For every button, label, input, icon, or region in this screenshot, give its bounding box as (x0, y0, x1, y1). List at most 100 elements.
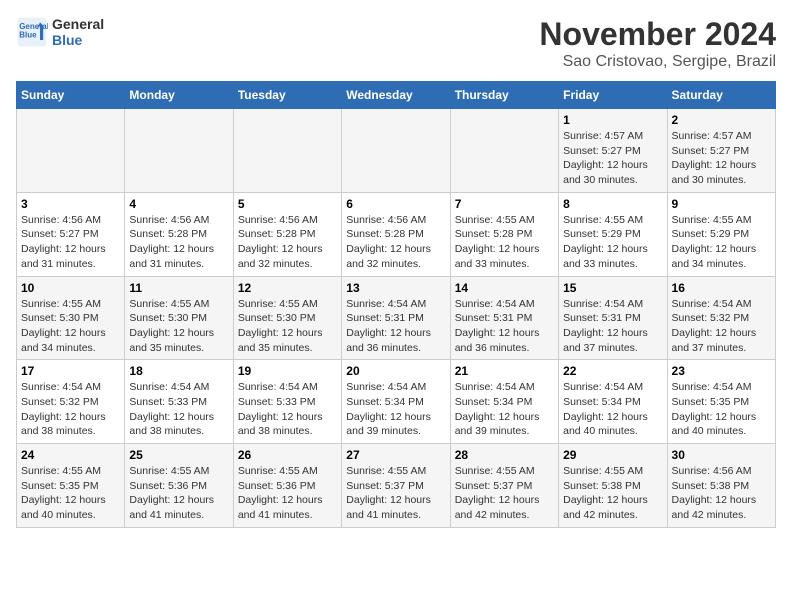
day-info: Sunrise: 4:55 AM Sunset: 5:36 PM Dayligh… (129, 464, 228, 523)
weekday-friday: Friday (559, 82, 667, 109)
logo-text-line1: General (52, 16, 104, 32)
calendar-cell: 22 Sunrise: 4:54 AM Sunset: 5:34 PM Dayli… (559, 360, 667, 444)
calendar-cell (125, 109, 233, 193)
logo-icon: General Blue (16, 16, 48, 48)
day-info: Sunrise: 4:55 AM Sunset: 5:37 PM Dayligh… (346, 464, 445, 523)
calendar-cell: 10 Sunrise: 4:55 AM Sunset: 5:30 PM Dayli… (17, 276, 125, 360)
day-number: 25 (129, 448, 228, 462)
calendar-cell: 19 Sunrise: 4:54 AM Sunset: 5:33 PM Dayli… (233, 360, 341, 444)
logo-text-line2: Blue (52, 32, 104, 48)
day-info: Sunrise: 4:56 AM Sunset: 5:27 PM Dayligh… (21, 213, 120, 272)
calendar-week-3: 10 Sunrise: 4:55 AM Sunset: 5:30 PM Dayli… (17, 276, 776, 360)
day-number: 17 (21, 364, 120, 378)
calendar-cell: 25 Sunrise: 4:55 AM Sunset: 5:36 PM Dayli… (125, 444, 233, 528)
day-info: Sunrise: 4:54 AM Sunset: 5:34 PM Dayligh… (346, 380, 445, 439)
calendar-cell: 6Sunrise: 4:56 AM Sunset: 5:28 PM Daylig… (342, 192, 450, 276)
day-info: Sunrise: 4:54 AM Sunset: 5:31 PM Dayligh… (455, 297, 554, 356)
day-number: 2 (672, 113, 771, 127)
calendar-week-2: 3 Sunrise: 4:56 AM Sunset: 5:27 PM Daylig… (17, 192, 776, 276)
calendar-cell: 28 Sunrise: 4:55 AM Sunset: 5:37 PM Dayli… (450, 444, 558, 528)
day-info: Sunrise: 4:57 AM Sunset: 5:27 PM Dayligh… (672, 129, 771, 188)
day-number: 14 (455, 281, 554, 295)
calendar-cell: 5Sunrise: 4:56 AM Sunset: 5:28 PM Daylig… (233, 192, 341, 276)
calendar-cell: 4 Sunrise: 4:56 AM Sunset: 5:28 PM Daylig… (125, 192, 233, 276)
calendar-cell: 16Sunrise: 4:54 AM Sunset: 5:32 PM Dayli… (667, 276, 775, 360)
day-info: Sunrise: 4:55 AM Sunset: 5:30 PM Dayligh… (238, 297, 337, 356)
calendar-body: 1 Sunrise: 4:57 AM Sunset: 5:27 PM Daylig… (17, 109, 776, 528)
calendar-cell: 24Sunrise: 4:55 AM Sunset: 5:35 PM Dayli… (17, 444, 125, 528)
calendar-cell: 21 Sunrise: 4:54 AM Sunset: 5:34 PM Dayli… (450, 360, 558, 444)
calendar-cell: 15 Sunrise: 4:54 AM Sunset: 5:31 PM Dayli… (559, 276, 667, 360)
day-number: 7 (455, 197, 554, 211)
calendar-cell: 11 Sunrise: 4:55 AM Sunset: 5:30 PM Dayli… (125, 276, 233, 360)
calendar-cell: 14 Sunrise: 4:54 AM Sunset: 5:31 PM Dayli… (450, 276, 558, 360)
calendar-cell (342, 109, 450, 193)
day-info: Sunrise: 4:54 AM Sunset: 5:35 PM Dayligh… (672, 380, 771, 439)
calendar-week-5: 24Sunrise: 4:55 AM Sunset: 5:35 PM Dayli… (17, 444, 776, 528)
calendar-week-4: 17 Sunrise: 4:54 AM Sunset: 5:32 PM Dayli… (17, 360, 776, 444)
calendar-week-1: 1 Sunrise: 4:57 AM Sunset: 5:27 PM Daylig… (17, 109, 776, 193)
day-number: 10 (21, 281, 120, 295)
calendar-cell: 23 Sunrise: 4:54 AM Sunset: 5:35 PM Dayli… (667, 360, 775, 444)
calendar-cell: 30Sunrise: 4:56 AM Sunset: 5:38 PM Dayli… (667, 444, 775, 528)
calendar-cell: 9 Sunrise: 4:55 AM Sunset: 5:29 PM Daylig… (667, 192, 775, 276)
day-number: 28 (455, 448, 554, 462)
day-number: 4 (129, 197, 228, 211)
day-number: 15 (563, 281, 662, 295)
calendar-cell: 27Sunrise: 4:55 AM Sunset: 5:37 PM Dayli… (342, 444, 450, 528)
day-number: 20 (346, 364, 445, 378)
day-number: 3 (21, 197, 120, 211)
day-info: Sunrise: 4:55 AM Sunset: 5:30 PM Dayligh… (129, 297, 228, 356)
calendar-cell (450, 109, 558, 193)
day-number: 8 (563, 197, 662, 211)
calendar-cell: 7Sunrise: 4:55 AM Sunset: 5:28 PM Daylig… (450, 192, 558, 276)
day-number: 5 (238, 197, 337, 211)
calendar-cell: 17 Sunrise: 4:54 AM Sunset: 5:32 PM Dayli… (17, 360, 125, 444)
day-info: Sunrise: 4:55 AM Sunset: 5:29 PM Dayligh… (563, 213, 662, 272)
weekday-wednesday: Wednesday (342, 82, 450, 109)
day-number: 19 (238, 364, 337, 378)
location-title: Sao Cristovao, Sergipe, Brazil (539, 53, 776, 71)
logo: General Blue General Blue (16, 16, 104, 48)
day-info: Sunrise: 4:54 AM Sunset: 5:33 PM Dayligh… (129, 380, 228, 439)
day-info: Sunrise: 4:54 AM Sunset: 5:33 PM Dayligh… (238, 380, 337, 439)
day-info: Sunrise: 4:54 AM Sunset: 5:32 PM Dayligh… (672, 297, 771, 356)
day-number: 21 (455, 364, 554, 378)
day-info: Sunrise: 4:54 AM Sunset: 5:32 PM Dayligh… (21, 380, 120, 439)
day-info: Sunrise: 4:54 AM Sunset: 5:31 PM Dayligh… (346, 297, 445, 356)
svg-text:General: General (19, 22, 48, 31)
day-info: Sunrise: 4:54 AM Sunset: 5:31 PM Dayligh… (563, 297, 662, 356)
day-info: Sunrise: 4:55 AM Sunset: 5:37 PM Dayligh… (455, 464, 554, 523)
day-info: Sunrise: 4:56 AM Sunset: 5:28 PM Dayligh… (129, 213, 228, 272)
day-number: 1 (563, 113, 662, 127)
day-info: Sunrise: 4:55 AM Sunset: 5:38 PM Dayligh… (563, 464, 662, 523)
day-info: Sunrise: 4:54 AM Sunset: 5:34 PM Dayligh… (455, 380, 554, 439)
calendar-cell (17, 109, 125, 193)
day-number: 9 (672, 197, 771, 211)
calendar-cell: 12 Sunrise: 4:55 AM Sunset: 5:30 PM Dayli… (233, 276, 341, 360)
weekday-tuesday: Tuesday (233, 82, 341, 109)
weekday-thursday: Thursday (450, 82, 558, 109)
calendar-cell: 18Sunrise: 4:54 AM Sunset: 5:33 PM Dayli… (125, 360, 233, 444)
calendar-cell: 26Sunrise: 4:55 AM Sunset: 5:36 PM Dayli… (233, 444, 341, 528)
svg-text:Blue: Blue (19, 31, 37, 40)
calendar-cell: 20 Sunrise: 4:54 AM Sunset: 5:34 PM Dayli… (342, 360, 450, 444)
day-info: Sunrise: 4:55 AM Sunset: 5:30 PM Dayligh… (21, 297, 120, 356)
day-number: 23 (672, 364, 771, 378)
day-number: 22 (563, 364, 662, 378)
day-number: 11 (129, 281, 228, 295)
calendar-table: SundayMondayTuesdayWednesdayThursdayFrid… (16, 81, 776, 528)
day-number: 30 (672, 448, 771, 462)
calendar-cell: 8 Sunrise: 4:55 AM Sunset: 5:29 PM Daylig… (559, 192, 667, 276)
weekday-sunday: Sunday (17, 82, 125, 109)
weekday-monday: Monday (125, 82, 233, 109)
calendar-cell: 13 Sunrise: 4:54 AM Sunset: 5:31 PM Dayli… (342, 276, 450, 360)
day-info: Sunrise: 4:55 AM Sunset: 5:36 PM Dayligh… (238, 464, 337, 523)
day-info: Sunrise: 4:57 AM Sunset: 5:27 PM Dayligh… (563, 129, 662, 188)
day-info: Sunrise: 4:56 AM Sunset: 5:28 PM Dayligh… (346, 213, 445, 272)
day-info: Sunrise: 4:55 AM Sunset: 5:29 PM Dayligh… (672, 213, 771, 272)
day-info: Sunrise: 4:55 AM Sunset: 5:35 PM Dayligh… (21, 464, 120, 523)
day-number: 13 (346, 281, 445, 295)
day-info: Sunrise: 4:54 AM Sunset: 5:34 PM Dayligh… (563, 380, 662, 439)
day-number: 12 (238, 281, 337, 295)
